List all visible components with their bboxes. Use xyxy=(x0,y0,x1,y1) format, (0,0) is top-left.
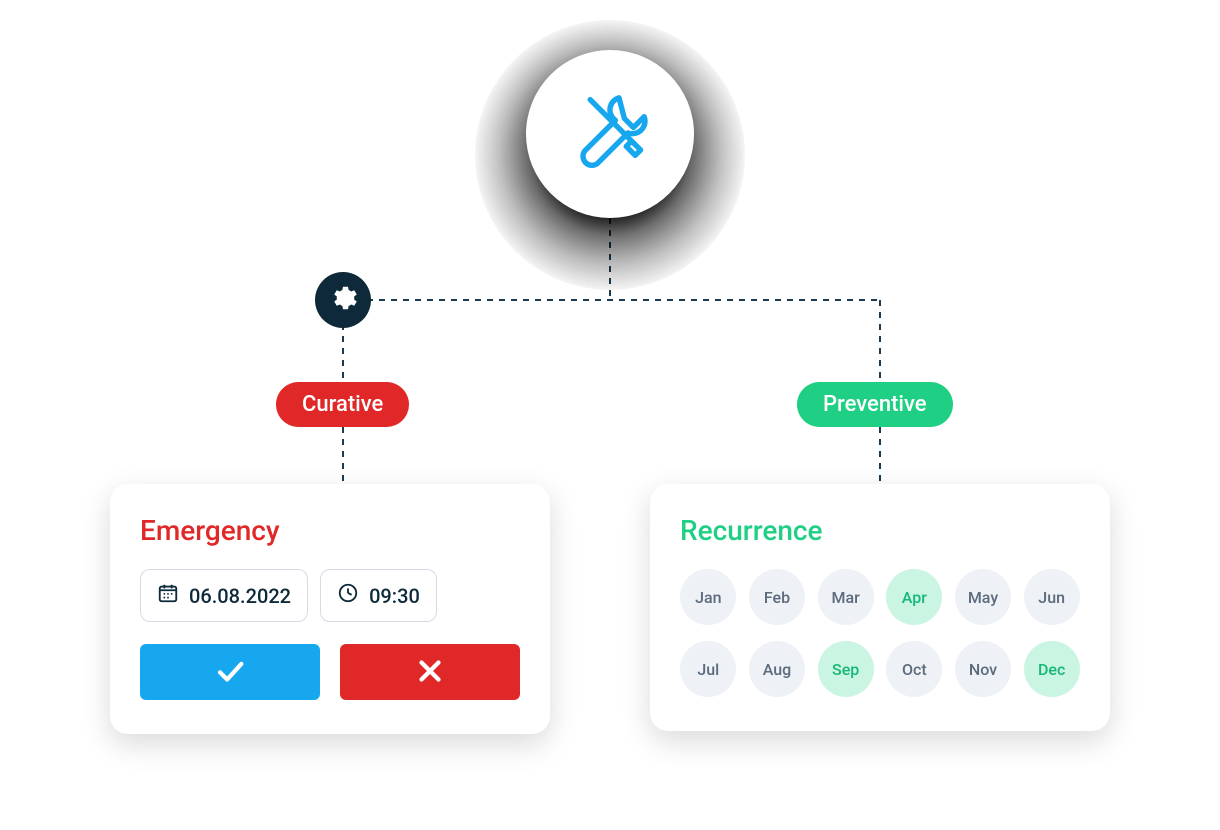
curative-pill-label: Curative xyxy=(302,392,383,417)
tools-crossed-icon xyxy=(565,87,655,181)
month-chip-apr[interactable]: Apr xyxy=(886,569,942,625)
check-icon xyxy=(213,654,247,691)
month-chip-feb[interactable]: Feb xyxy=(749,569,805,625)
month-grid: JanFebMarAprMayJun JulAugSepOctNovDec xyxy=(680,569,1080,697)
recurrence-title: Recurrence xyxy=(680,514,1080,547)
month-chip-aug[interactable]: Aug xyxy=(749,641,805,697)
month-chip-may[interactable]: May xyxy=(955,569,1011,625)
month-chip-nov[interactable]: Nov xyxy=(955,641,1011,697)
gear-node xyxy=(315,272,371,328)
month-chip-jul[interactable]: Jul xyxy=(680,641,736,697)
root-node xyxy=(526,50,694,218)
confirm-button[interactable] xyxy=(140,644,320,700)
month-chip-dec[interactable]: Dec xyxy=(1024,641,1080,697)
preventive-pill-label: Preventive xyxy=(823,392,927,417)
preventive-pill: Preventive xyxy=(797,382,953,427)
month-chip-oct[interactable]: Oct xyxy=(886,641,942,697)
emergency-title: Emergency xyxy=(140,514,520,547)
recurrence-card: Recurrence JanFebMarAprMayJun JulAugSepOc… xyxy=(650,484,1110,731)
curative-pill: Curative xyxy=(276,382,409,427)
month-chip-mar[interactable]: Mar xyxy=(818,569,874,625)
month-chip-sep[interactable]: Sep xyxy=(818,641,874,697)
clock-icon xyxy=(337,582,359,609)
action-row xyxy=(140,644,520,700)
time-value: 09:30 xyxy=(369,584,420,608)
month-chip-jan[interactable]: Jan xyxy=(680,569,736,625)
diagram-stage: Curative Preventive Emergency 06.08.2022… xyxy=(0,0,1220,830)
calendar-icon xyxy=(157,582,179,609)
x-icon xyxy=(413,654,447,691)
date-field[interactable]: 06.08.2022 xyxy=(140,569,308,622)
time-field[interactable]: 09:30 xyxy=(320,569,437,622)
emergency-card: Emergency 06.08.2022 09:30 xyxy=(110,484,550,734)
month-chip-jun[interactable]: Jun xyxy=(1024,569,1080,625)
cancel-button[interactable] xyxy=(340,644,520,700)
date-value: 06.08.2022 xyxy=(189,584,291,608)
gear-icon xyxy=(328,283,358,317)
emergency-fields: 06.08.2022 09:30 xyxy=(140,569,520,622)
